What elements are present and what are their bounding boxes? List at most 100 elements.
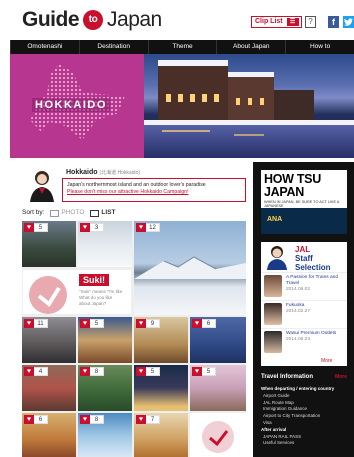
heart-icon: ♥ bbox=[24, 319, 34, 328]
campaign-link[interactable]: Please don't miss our attractive Hokkaid… bbox=[67, 189, 241, 196]
photo-tile[interactable]: ♥ 6 bbox=[190, 317, 246, 363]
travel-info-link[interactable]: Airport to City Transportation bbox=[261, 413, 351, 420]
like-badge[interactable]: ♥ 5 bbox=[136, 367, 160, 376]
ad-banner: ANA bbox=[261, 208, 347, 234]
travel-info-title: Travel Information bbox=[261, 374, 314, 380]
site-logo[interactable]: Guide to Japan bbox=[22, 8, 162, 32]
like-badge[interactable]: ♥ 11 bbox=[24, 319, 48, 328]
nav-destination[interactable]: Destination bbox=[78, 40, 148, 54]
photo-tile[interactable]: ♥ 5 bbox=[22, 221, 76, 267]
sidebar: HOW TSU JAPAN WHEN IN JAPAN, BE SURE TO … bbox=[253, 162, 354, 457]
guide-woman-avatar bbox=[24, 168, 60, 202]
otaru-canal-photo bbox=[144, 54, 354, 158]
photo-tile[interactable]: ♥ 8 bbox=[78, 413, 132, 457]
help-button[interactable]: ? bbox=[305, 16, 316, 28]
staff-article-row[interactable]: Wasui Premium Outlets 2014.06.23 bbox=[261, 328, 347, 354]
jal-staff-selection-header[interactable]: JAL Staff Selection bbox=[261, 242, 347, 272]
like-badge[interactable]: ♥ 6 bbox=[24, 415, 48, 424]
photo-tile[interactable]: ♥ 3 bbox=[78, 221, 132, 267]
suki-badge-graphic bbox=[29, 276, 67, 314]
heart-icon: ♥ bbox=[24, 223, 34, 232]
heart-icon: ♥ bbox=[80, 415, 90, 424]
nav-omotenashi[interactable]: Omotenashi bbox=[10, 40, 79, 54]
travel-info-link[interactable]: Visa bbox=[261, 420, 351, 427]
nav-theme[interactable]: Theme bbox=[147, 40, 217, 54]
photo-tile[interactable]: ♥ 5 bbox=[134, 365, 188, 411]
sort-photo-label: PHOTO bbox=[61, 209, 85, 216]
photo-tile[interactable]: ♥ 9 bbox=[134, 317, 188, 363]
like-badge[interactable]: ♥ 9 bbox=[136, 319, 160, 328]
heart-icon: ♥ bbox=[192, 319, 202, 328]
staff-article-text: Wasui Premium Outlets 2014.06.23 bbox=[286, 331, 346, 343]
photo-tile-large[interactable]: ♥ 12 bbox=[134, 221, 246, 315]
like-badge[interactable]: ♥ 8 bbox=[80, 415, 104, 424]
heart-icon: ♥ bbox=[136, 415, 146, 424]
photo-tile[interactable]: ♥ 11 bbox=[22, 317, 76, 363]
like-count: 5 bbox=[34, 223, 48, 232]
suki-badge-tile[interactable] bbox=[190, 413, 246, 457]
like-badge[interactable]: ♥ 5 bbox=[24, 223, 48, 232]
staff-article-date: 2014.06.02 bbox=[286, 287, 311, 292]
staff-article-date: 2014.02.27 bbox=[286, 309, 311, 314]
travel-info-link[interactable]: Airport Guide bbox=[261, 393, 351, 400]
suki-subtitle-line3: about Japan? bbox=[79, 301, 107, 306]
facebook-icon[interactable]: f bbox=[328, 16, 339, 28]
staff-avatar-icon bbox=[267, 246, 287, 270]
nav-how-to[interactable]: How to bbox=[285, 40, 354, 54]
photo-tile[interactable]: ♥ 4 bbox=[22, 365, 76, 411]
staff-article-row[interactable]: Fukuoka 2014.02.27 bbox=[261, 300, 347, 326]
list-view-icon bbox=[90, 209, 100, 217]
heart-icon: ♥ bbox=[80, 319, 90, 328]
like-badge[interactable]: ♥ 4 bbox=[24, 367, 48, 376]
twitter-icon[interactable] bbox=[343, 16, 354, 28]
like-badge[interactable]: ♥ 7 bbox=[136, 415, 160, 424]
like-badge[interactable]: ♥ 8 bbox=[80, 367, 104, 376]
how-tsu-japan-ad[interactable]: HOW TSU JAPAN WHEN IN JAPAN, BE SURE TO … bbox=[261, 170, 347, 234]
list-icon: ☰ bbox=[286, 18, 299, 26]
like-badge[interactable]: ♥ 5 bbox=[192, 367, 216, 376]
like-count: 8 bbox=[90, 367, 104, 376]
main-nav: Omotenashi Destination Theme About Japan… bbox=[10, 40, 354, 54]
like-count: 9 bbox=[146, 319, 160, 328]
travel-info-section-arrival: After arrival bbox=[261, 426, 287, 432]
staff-more-link[interactable]: More bbox=[321, 358, 332, 364]
travel-info-link[interactable]: JAPAN RAIL PASS bbox=[261, 434, 351, 441]
like-badge[interactable]: ♥ 12 bbox=[136, 223, 160, 232]
sort-photo-option[interactable]: PHOTO bbox=[50, 208, 84, 218]
photo-tile[interactable]: ♥ 5 bbox=[190, 365, 246, 411]
destination-name: Hokkaido (北海道 Hokkaido) bbox=[66, 169, 140, 176]
like-count: 12 bbox=[146, 223, 160, 232]
like-count: 6 bbox=[34, 415, 48, 424]
like-badge[interactable]: ♥ 3 bbox=[80, 223, 104, 232]
like-count: 3 bbox=[90, 223, 104, 232]
photo-tile[interactable]: ♥ 8 bbox=[78, 365, 132, 411]
ad-subtitle: WHEN IN JAPAN, BE SURE TO ACT LIKE A JAP… bbox=[264, 200, 340, 208]
nav-about-japan[interactable]: About Japan bbox=[216, 40, 285, 54]
travel-info-more-link[interactable]: More bbox=[335, 374, 347, 380]
travel-info-link[interactable]: Useful Services bbox=[261, 440, 351, 447]
sort-list-option[interactable]: LIST bbox=[90, 208, 116, 218]
like-badge[interactable]: ♥ 6 bbox=[192, 319, 216, 328]
suki-subtitle: "Suki" means "I'm like What do you like … bbox=[79, 289, 131, 307]
sort-label: Sort by: bbox=[22, 209, 45, 216]
photo-tile[interactable]: ♥ 7 bbox=[134, 413, 188, 457]
like-count: 5 bbox=[90, 319, 104, 328]
staff-article-date: 2014.06.23 bbox=[286, 337, 311, 342]
sort-bar: Sort by: PHOTO LIST bbox=[22, 208, 246, 218]
destination-name-en: Hokkaido bbox=[66, 169, 98, 176]
suki-tile[interactable]: Suki! "Suki" means "I'm like What do you… bbox=[22, 269, 132, 315]
staff-article-row[interactable]: A Passion for Trains and Travel 2014.06.… bbox=[261, 272, 347, 298]
logo-japan-text: Japan bbox=[107, 8, 162, 31]
logo-to-circle: to bbox=[83, 10, 104, 30]
photo-tile[interactable]: ♥ 5 bbox=[78, 317, 132, 363]
destination-name-jp: (北海道 Hokkaido) bbox=[99, 170, 141, 176]
travel-info-link[interactable]: JAL Route Map bbox=[261, 400, 351, 407]
photo-grid: ♥ 5 ♥ 3 ♥ 12 Suki! "Suki" means "I'm like W… bbox=[22, 221, 246, 457]
clip-list-button[interactable]: Clip List ☰ bbox=[251, 16, 302, 28]
heart-icon: ♥ bbox=[136, 319, 146, 328]
like-badge[interactable]: ♥ 5 bbox=[80, 319, 104, 328]
photo-tile[interactable]: ♥ 6 bbox=[22, 413, 76, 457]
travel-info-link[interactable]: Immigration Guidance bbox=[261, 406, 351, 413]
ad-title: HOW TSU JAPAN bbox=[264, 173, 321, 199]
like-count: 11 bbox=[34, 319, 48, 328]
